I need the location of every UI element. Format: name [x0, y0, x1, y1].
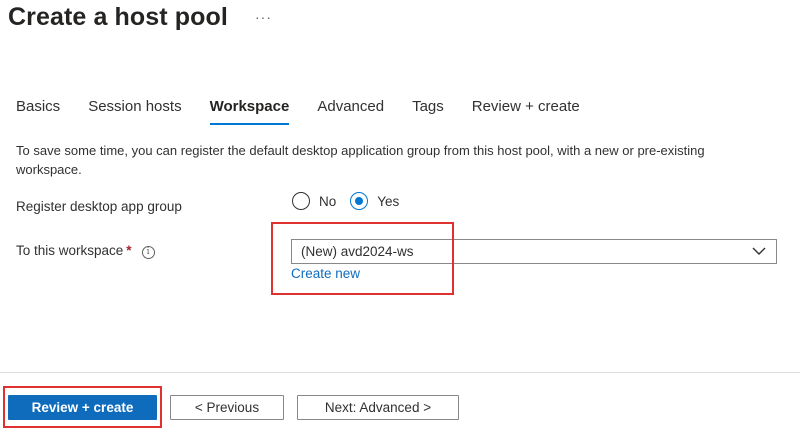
info-icon[interactable]: i [141, 246, 155, 259]
next-advanced-button[interactable]: Next: Advanced > [297, 395, 459, 420]
tab-basics[interactable]: Basics [16, 98, 60, 125]
tab-workspace[interactable]: Workspace [209, 98, 289, 125]
create-new-workspace-link[interactable]: Create new [291, 266, 360, 281]
create-host-pool-page: Create a host pool ··· Basics Session ho… [0, 0, 800, 437]
radio-no[interactable] [292, 192, 310, 210]
review-create-button[interactable]: Review + create [8, 395, 157, 420]
workspace-description: To save some time, you can register the … [16, 143, 705, 177]
tab-tags[interactable]: Tags [412, 98, 444, 125]
workspace-label: To this workspace [16, 243, 124, 258]
radio-yes-label: Yes [377, 193, 400, 209]
chevron-down-icon [752, 247, 766, 255]
workspace-dropdown[interactable]: (New) avd2024-ws [291, 239, 777, 264]
tab-bar: Basics Session hosts Workspace Advanced … [16, 98, 608, 125]
previous-button[interactable]: < Previous [170, 395, 284, 420]
register-app-group-label: Register desktop app group [16, 199, 182, 214]
workspace-label-row: To this workspace * i [16, 243, 155, 259]
footer-divider [0, 372, 800, 373]
required-indicator: * [126, 243, 132, 258]
tab-advanced[interactable]: Advanced [317, 98, 384, 125]
radio-option-no[interactable]: No [292, 192, 336, 210]
page-title: Create a host pool [8, 3, 228, 31]
radio-yes[interactable] [350, 192, 369, 210]
tab-session-hosts[interactable]: Session hosts [88, 98, 181, 125]
more-options-icon[interactable]: ··· [255, 9, 272, 25]
register-radio-group: No Yes [292, 192, 413, 210]
radio-no-label: No [319, 193, 337, 209]
radio-option-yes[interactable]: Yes [350, 192, 399, 210]
tab-review-create[interactable]: Review + create [472, 98, 580, 125]
workspace-dropdown-value: (New) avd2024-ws [301, 244, 414, 259]
